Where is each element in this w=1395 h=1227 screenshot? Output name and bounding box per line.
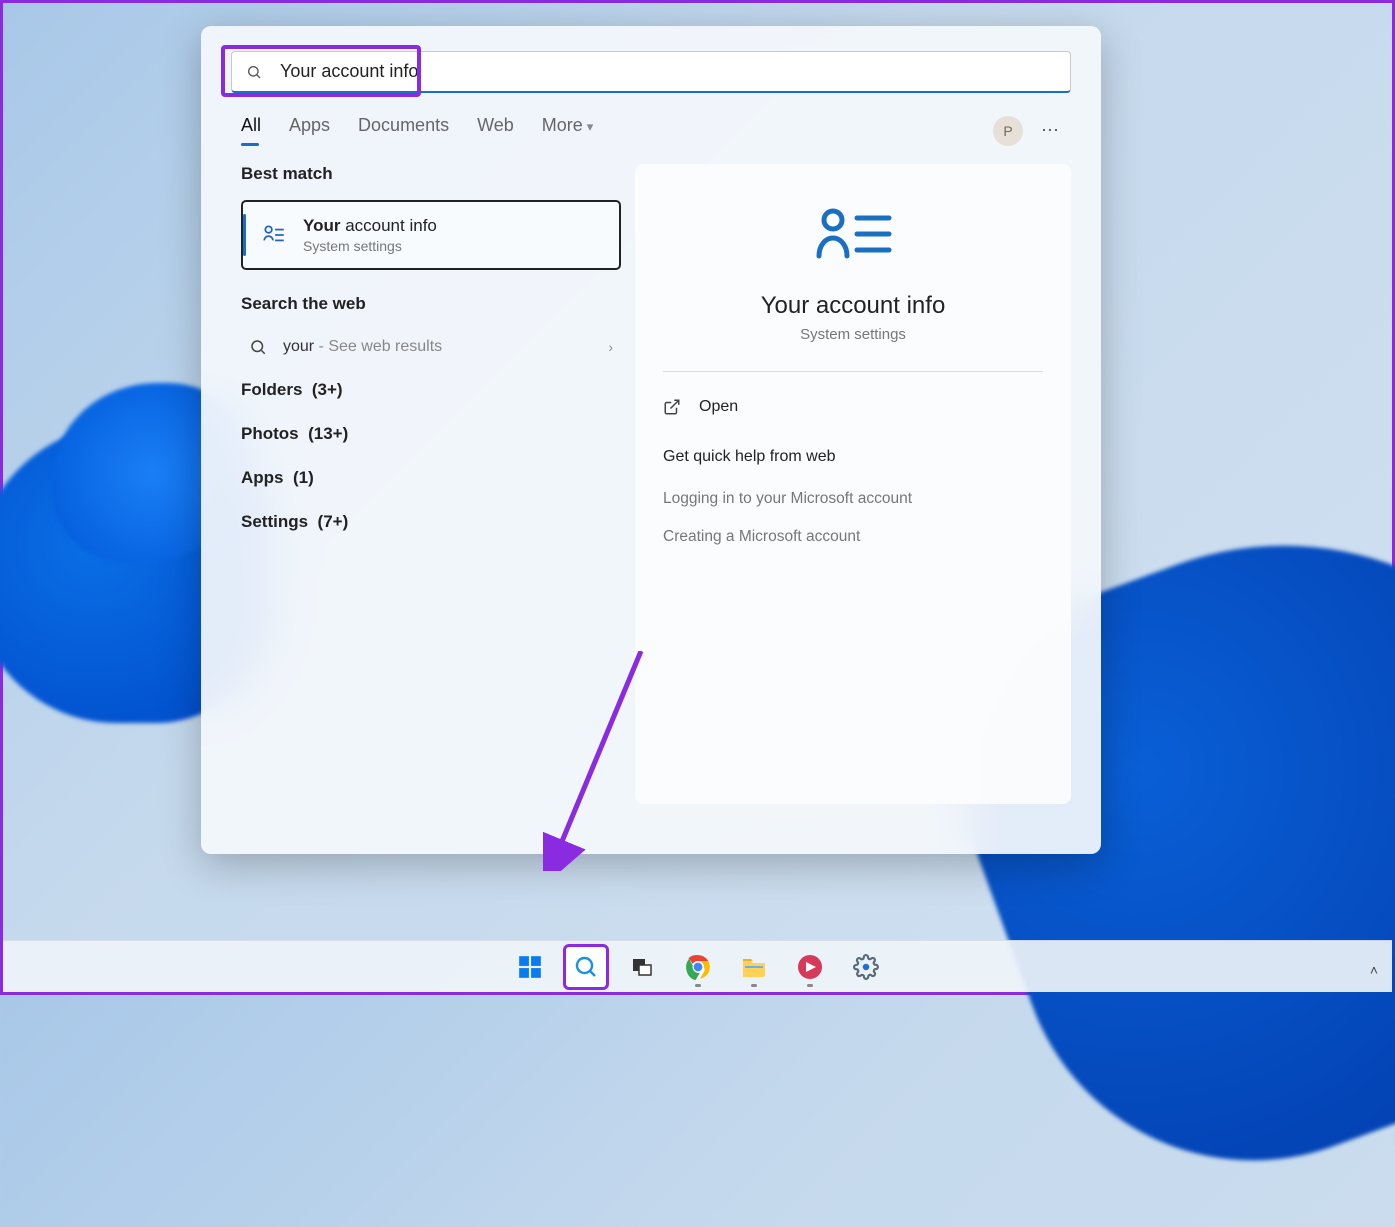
open-external-icon: [663, 398, 681, 416]
taskbar-explorer-button[interactable]: [733, 946, 775, 988]
search-bar-container: [231, 51, 1071, 93]
account-info-icon: [261, 222, 287, 248]
help-link-login[interactable]: Logging in to your Microsoft account: [663, 480, 1043, 518]
best-match-subtitle: System settings: [303, 238, 437, 254]
tab-all[interactable]: All: [241, 115, 261, 146]
windows-start-icon: [517, 954, 543, 980]
taskbar-start-button[interactable]: [509, 946, 551, 988]
results-left-column: Best match Your account info System sett…: [241, 164, 621, 804]
user-avatar[interactable]: P: [993, 116, 1023, 146]
search-input[interactable]: [280, 61, 1056, 82]
file-explorer-icon: [741, 955, 767, 979]
category-label: Photos: [241, 424, 299, 443]
category-label: Folders: [241, 380, 302, 399]
category-count: (13+): [308, 424, 348, 443]
category-count: (1): [293, 468, 314, 487]
category-count: (3+): [312, 380, 343, 399]
search-icon: [574, 955, 598, 979]
open-action-label: Open: [699, 398, 738, 416]
best-match-header: Best match: [241, 164, 621, 184]
category-apps[interactable]: Apps (1): [241, 456, 621, 500]
tab-more[interactable]: More ▾: [542, 115, 594, 146]
more-options-button[interactable]: ⋯: [1041, 120, 1061, 141]
start-search-panel: All Apps Documents Web More ▾ P ⋯ Best ma…: [201, 26, 1101, 854]
taskbar-recorder-button[interactable]: [789, 946, 831, 988]
taskbar-taskview-button[interactable]: [621, 946, 663, 988]
search-icon: [249, 338, 267, 356]
taskbar-chrome-button[interactable]: [677, 946, 719, 988]
chevron-down-icon: ▾: [587, 119, 594, 134]
search-web-header: Search the web: [241, 294, 621, 314]
account-info-large-icon: [813, 204, 893, 264]
web-result-suffix: - See web results: [314, 338, 442, 355]
detail-title: Your account info: [663, 292, 1043, 320]
tab-apps[interactable]: Apps: [289, 115, 330, 146]
tab-documents[interactable]: Documents: [358, 115, 449, 146]
category-settings[interactable]: Settings (7+): [241, 500, 621, 544]
task-view-icon: [630, 955, 654, 979]
detail-subtitle: System settings: [663, 326, 1043, 343]
search-icon: [246, 64, 262, 80]
taskbar-search-button[interactable]: [565, 946, 607, 988]
detail-divider: [663, 371, 1043, 372]
search-box[interactable]: [231, 51, 1071, 93]
taskbar: ˄: [3, 940, 1392, 992]
chrome-icon: [685, 954, 711, 980]
gear-icon: [853, 954, 879, 980]
taskbar-settings-button[interactable]: [845, 946, 887, 988]
category-label: Apps: [241, 468, 284, 487]
tab-web[interactable]: Web: [477, 115, 514, 146]
tab-more-label: More: [542, 115, 583, 135]
screen-recorder-icon: [797, 954, 823, 980]
category-folders[interactable]: Folders (3+): [241, 368, 621, 412]
detail-panel: Your account info System settings Open G…: [635, 164, 1071, 804]
chevron-right-icon: ›: [608, 339, 613, 355]
best-match-item[interactable]: Your account info System settings: [241, 200, 621, 270]
best-match-title-bold: Your: [303, 216, 340, 235]
filter-tabs-row: All Apps Documents Web More ▾ P ⋯: [241, 115, 1061, 146]
open-action[interactable]: Open: [663, 390, 1043, 424]
web-result-item[interactable]: your - See web results ›: [241, 326, 621, 368]
quick-help-header: Get quick help from web: [663, 448, 1043, 466]
category-photos[interactable]: Photos (13+): [241, 412, 621, 456]
category-label: Settings: [241, 512, 308, 531]
category-count: (7+): [318, 512, 349, 531]
best-match-title: Your account info: [303, 216, 437, 236]
web-result-term: your: [283, 338, 314, 355]
help-link-create[interactable]: Creating a Microsoft account: [663, 518, 1043, 556]
best-match-title-rest: account info: [340, 216, 436, 235]
tray-overflow-button[interactable]: ˄: [1370, 962, 1378, 978]
